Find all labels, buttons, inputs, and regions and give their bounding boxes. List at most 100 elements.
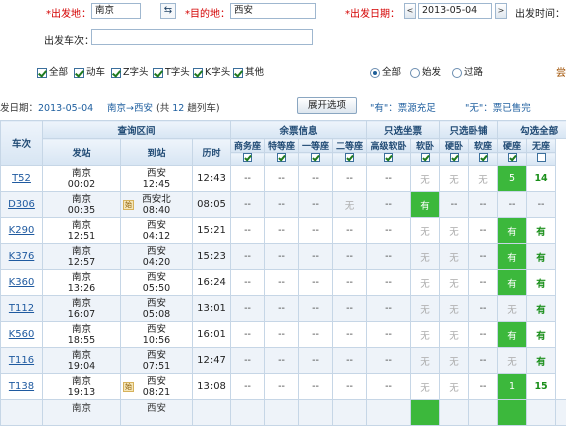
seat-availability-cell: -- [231,296,265,322]
col-train-number: 车次 [1,121,43,166]
partial-row-cell [193,400,231,426]
seat-availability-cell: 有 [498,322,527,348]
depart-time: 13:26 [43,283,120,294]
col-arrive-station: 到站 [121,139,193,166]
col-group-sleeper-only[interactable]: 只选卧铺 [440,121,498,139]
checkbox-icon[interactable] [311,153,320,162]
checkbox-icon[interactable] [537,153,546,162]
col-seat-special: 特等座 [265,139,299,153]
seat-filter-checkbox-cell[interactable] [527,153,556,166]
col-group-select-all[interactable]: 勾选全部 [498,121,566,139]
filter-other-checkbox[interactable]: 其他 [233,64,264,78]
prev-date-button[interactable]: < [404,3,416,19]
seat-filter-checkbox-cell[interactable] [440,153,469,166]
next-date-button[interactable]: > [495,3,507,19]
station-name: 南京 [43,298,120,309]
radio-icon[interactable] [370,68,380,78]
seat-availability-cell: 无 [498,348,527,374]
seat-availability-cell: -- [299,192,333,218]
arrive-station-cell: 西安12:45 [121,166,193,192]
seat-availability-cell: -- [299,296,333,322]
checkbox-icon[interactable] [193,68,203,78]
train-number-input[interactable] [91,29,313,45]
train-number-link[interactable]: K376 [1,244,43,270]
radio-icon[interactable] [410,68,420,78]
seat-filter-checkbox-cell[interactable] [367,153,411,166]
partial-row-cell [299,400,333,426]
train-number-link[interactable]: K290 [1,218,43,244]
table-row: T112南京16:07西安05:0813:01----------无无--无有 [1,296,566,322]
seat-filter-checkbox-cell[interactable] [299,153,333,166]
seat-availability-cell: 无 [440,322,469,348]
seat-filter-checkbox-cell[interactable] [333,153,367,166]
seat-filter-checkbox-cell[interactable] [498,153,527,166]
seat-availability-cell: -- [265,374,299,400]
date-input[interactable]: 2013-05-04 [418,3,492,19]
checkbox-icon[interactable] [508,153,517,162]
radio-icon[interactable] [452,68,462,78]
station-name: 南京 [43,272,120,283]
seat-availability-cell: 无 [440,348,469,374]
train-number-link[interactable]: T112 [1,296,43,322]
duration-cell: 13:08 [193,374,231,400]
checkbox-icon[interactable] [243,153,252,162]
col-group-seat-only[interactable]: 只选坐票 [367,121,440,139]
swap-stations-icon[interactable]: ⇆ [160,3,176,19]
station-all-radio[interactable]: 全部 [370,64,401,78]
seat-availability-cell: 无 [440,244,469,270]
seat-availability-cell: -- [265,218,299,244]
checkbox-icon[interactable] [421,153,430,162]
to-station-input[interactable]: 西安 [230,3,316,19]
duration-cell: 12:47 [193,348,231,374]
from-station-input[interactable]: 南京 [91,3,141,19]
arrive-station-cell: 西安10:56 [121,322,193,348]
checkbox-icon[interactable] [111,68,121,78]
through-train-badge: 始 [123,200,134,210]
station-passing-radio[interactable]: 过路 [452,64,483,78]
expand-options-button[interactable]: 展开选项 [297,97,357,114]
station-origin-radio[interactable]: 始发 [410,64,441,78]
filter-dongche-checkbox[interactable]: 动车 [74,64,105,78]
station-name: 西安 [121,298,192,309]
partial-row-cell [527,400,556,426]
table-row: K560南京18:55西安10:5616:01----------无无--有有 [1,322,566,348]
train-number-link[interactable]: T52 [1,166,43,192]
seat-filter-checkbox-cell[interactable] [231,153,265,166]
checkbox-icon[interactable] [479,153,488,162]
train-number-link[interactable]: D306 [1,192,43,218]
arrive-station-cell: 西安07:51 [121,348,193,374]
checkbox-icon[interactable] [345,153,354,162]
checkbox-icon[interactable] [37,68,47,78]
checkbox-icon[interactable] [384,153,393,162]
filter-z-checkbox[interactable]: Z字头 [111,64,149,78]
train-number-link[interactable]: K360 [1,270,43,296]
depart-time: 18:55 [43,335,120,346]
checkbox-icon[interactable] [74,68,84,78]
checkbox-icon[interactable] [153,68,163,78]
train-number-link[interactable]: K560 [1,322,43,348]
seat-filter-checkbox-cell[interactable] [265,153,299,166]
checkbox-icon[interactable] [233,68,243,78]
arrive-station-cell: 西安05:50 [121,270,193,296]
filter-t-checkbox[interactable]: T字头 [153,64,190,78]
seat-availability-cell: 有 [527,348,556,374]
duration-cell: 15:21 [193,218,231,244]
seat-filter-checkbox-cell[interactable] [411,153,440,166]
filter-all-checkbox[interactable]: 全部 [37,64,68,78]
col-seat-hard-seat: 硬座 [498,139,527,153]
col-seat-soft-sleeper: 软卧 [411,139,440,153]
arrive-time: 05:08 [121,309,192,320]
col-group-interval: 查询区间 [43,121,231,139]
checkbox-icon[interactable] [277,153,286,162]
depart-time: 16:07 [43,309,120,320]
table-row: K360南京13:26西安05:5016:24----------无无--有有 [1,270,566,296]
col-seat-standing: 无座 [527,139,556,153]
filter-k-checkbox[interactable]: K字头 [193,64,230,78]
duration-cell: 13:01 [193,296,231,322]
seat-availability-cell: -- [265,270,299,296]
train-number-link[interactable]: T138 [1,374,43,400]
seat-filter-checkbox-cell[interactable] [469,153,498,166]
partial-row-cell [333,400,367,426]
train-number-link[interactable]: T116 [1,348,43,374]
checkbox-icon[interactable] [450,153,459,162]
